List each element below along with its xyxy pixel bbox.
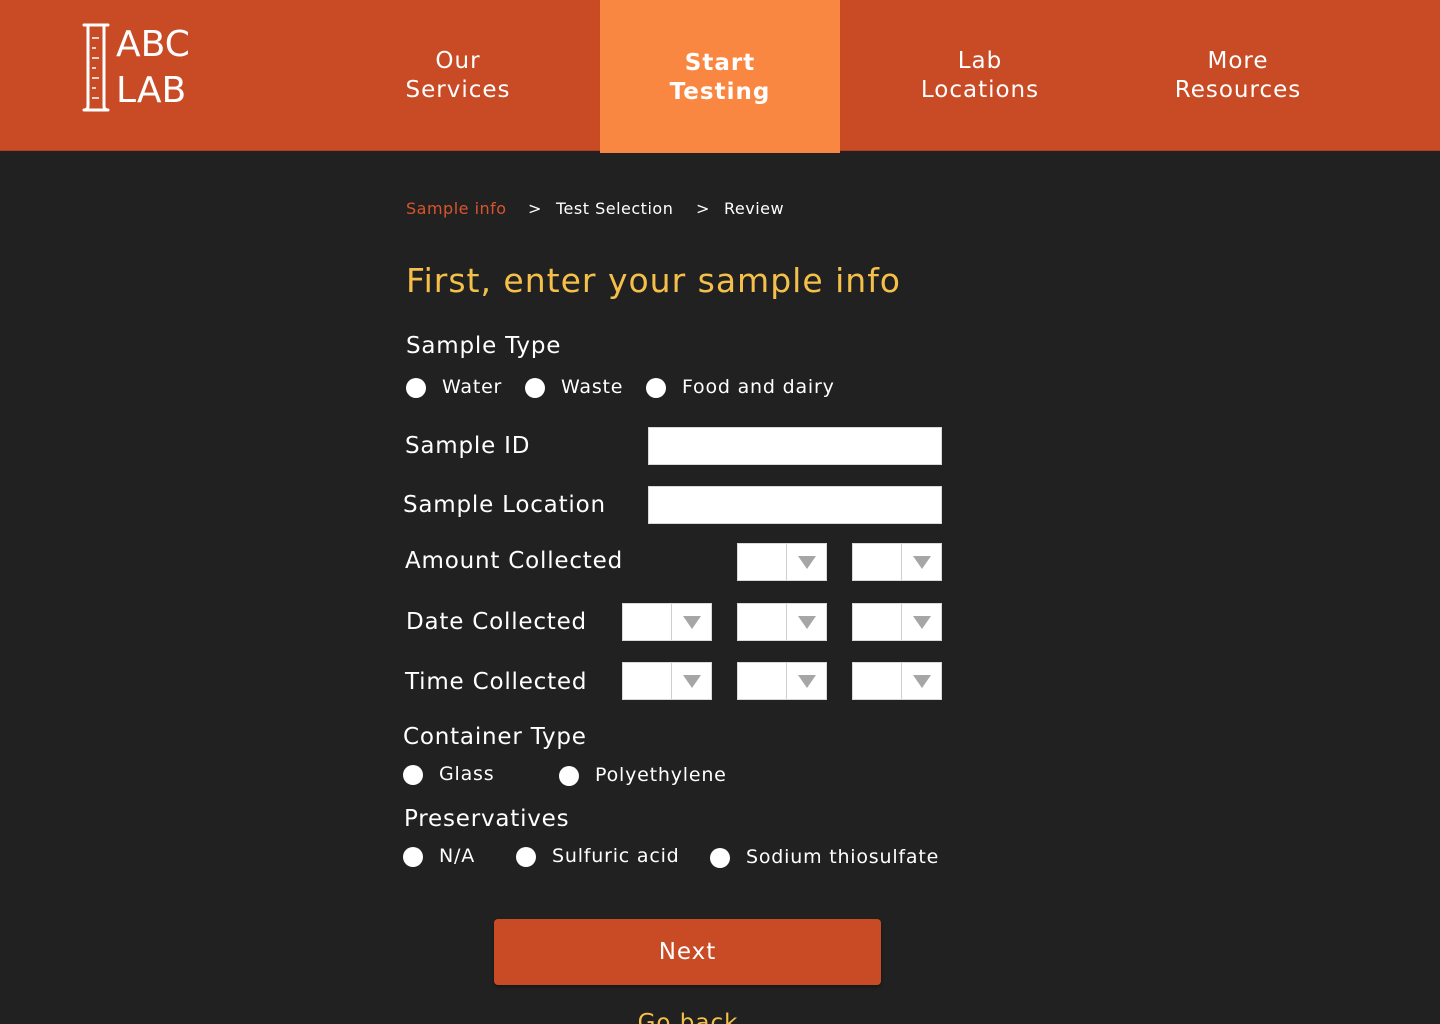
page-title: First, enter your sample info	[406, 261, 901, 300]
radio-waste[interactable]	[525, 378, 545, 398]
radio-food-and-dairy[interactable]	[646, 378, 666, 398]
time-minute-select[interactable]	[737, 662, 827, 700]
chevron-down-icon	[798, 616, 816, 629]
sample-id-input[interactable]	[648, 427, 942, 465]
radio-water-label[interactable]: Water	[442, 375, 502, 399]
chevron-down-icon	[913, 556, 931, 569]
chevron-down-icon	[683, 616, 701, 629]
active-tab-fill	[600, 0, 840, 2]
date-collected-label: Date Collected	[406, 609, 587, 635]
logo-text: ABC LAB	[116, 22, 190, 114]
select-divider	[901, 663, 902, 699]
radio-glass-label[interactable]: Glass	[439, 762, 494, 786]
date-day-select[interactable]	[737, 603, 827, 641]
sample-type-label: Sample Type	[406, 333, 562, 359]
radio-sulfuric-acid-label[interactable]: Sulfuric acid	[552, 844, 680, 868]
select-divider	[901, 604, 902, 640]
amount-collected-label: Amount Collected	[405, 548, 623, 574]
next-button[interactable]: Next	[494, 919, 881, 985]
breadcrumb-step-sample-info[interactable]: Sample info	[406, 199, 507, 219]
radio-sodium-thiosulfate[interactable]	[710, 848, 730, 868]
radio-na-label[interactable]: N/A	[439, 844, 475, 868]
radio-sulfuric-acid[interactable]	[516, 847, 536, 867]
time-hour-select[interactable]	[622, 662, 712, 700]
select-divider	[671, 604, 672, 640]
amount-unit-select[interactable]	[852, 543, 942, 581]
breadcrumb-step-test-selection[interactable]: Test Selection	[556, 199, 673, 219]
date-month-select[interactable]	[622, 603, 712, 641]
chevron-down-icon	[913, 616, 931, 629]
chevron-down-icon	[913, 675, 931, 688]
nav-lab-locations[interactable]: Lab Locations	[860, 0, 1100, 151]
chevron-down-icon	[683, 675, 701, 688]
radio-polyethylene-label[interactable]: Polyethylene	[595, 763, 727, 787]
nav-start-testing[interactable]: Start Testing	[600, 2, 840, 153]
nav-our-services[interactable]: Our Services	[340, 0, 576, 151]
preservatives-label: Preservatives	[404, 806, 570, 832]
sample-location-label: Sample Location	[403, 492, 606, 518]
radio-na[interactable]	[403, 847, 423, 867]
abc-lab-logo[interactable]: ABC LAB	[82, 22, 202, 114]
go-back-link[interactable]: Go back	[600, 1010, 776, 1024]
amount-value-select[interactable]	[737, 543, 827, 581]
top-nav-bar: ABC LAB Our Services Start Testing Lab L…	[0, 0, 1440, 153]
select-divider	[901, 544, 902, 580]
select-divider	[786, 544, 787, 580]
chevron-down-icon	[798, 556, 816, 569]
radio-sodium-thiosulfate-label[interactable]: Sodium thiosulfate	[746, 845, 939, 869]
breadcrumb-separator: >	[528, 199, 542, 218]
radio-water[interactable]	[406, 378, 426, 398]
radio-food-and-dairy-label[interactable]: Food and dairy	[682, 375, 835, 399]
time-ampm-select[interactable]	[852, 662, 942, 700]
select-divider	[786, 663, 787, 699]
container-type-label: Container Type	[403, 724, 587, 750]
radio-glass[interactable]	[403, 765, 423, 785]
radio-polyethylene[interactable]	[559, 766, 579, 786]
select-divider	[671, 663, 672, 699]
logo-line-1: ABC	[116, 24, 190, 65]
chevron-down-icon	[798, 675, 816, 688]
breadcrumb-separator: >	[696, 199, 710, 218]
date-year-select[interactable]	[852, 603, 942, 641]
breadcrumb-step-review[interactable]: Review	[724, 199, 784, 219]
radio-waste-label[interactable]: Waste	[561, 375, 623, 399]
select-divider	[786, 604, 787, 640]
sample-location-input[interactable]	[648, 486, 942, 524]
nav-more-resources[interactable]: More Resources	[1118, 0, 1358, 151]
sample-id-label: Sample ID	[405, 433, 531, 459]
graduated-cylinder-icon	[82, 23, 110, 112]
logo-line-2: LAB	[116, 70, 187, 111]
time-collected-label: Time Collected	[405, 669, 588, 695]
